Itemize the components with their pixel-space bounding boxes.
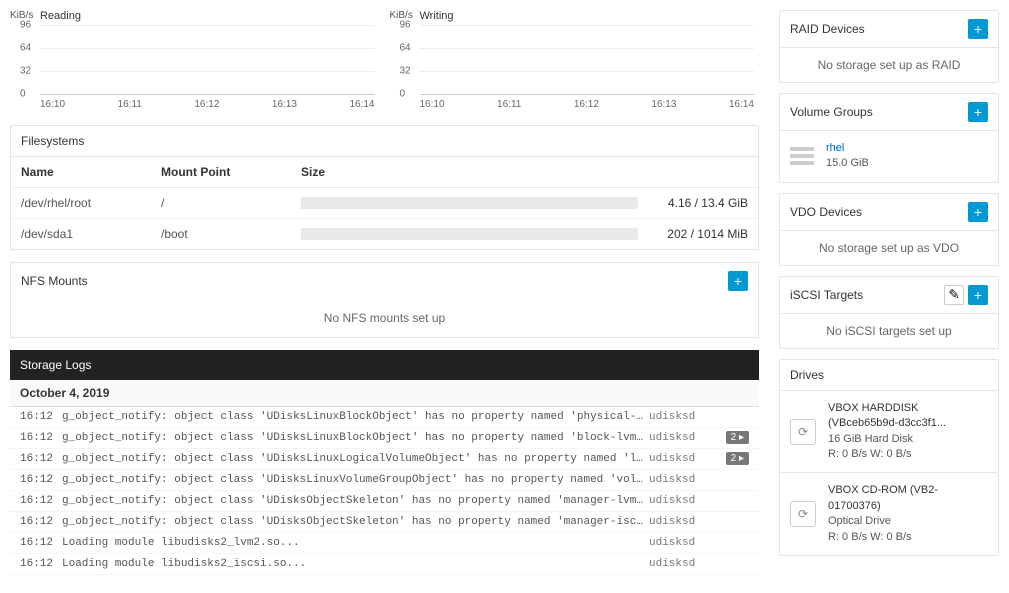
log-message: g_object_notify: object class 'UDisksLin…	[62, 474, 649, 486]
filesystems-panel: Filesystems Name Mount Point Size /dev/r…	[10, 125, 759, 250]
log-source: udisksd	[649, 411, 719, 423]
logs-date: October 4, 2019	[10, 380, 759, 407]
vdo-title: VDO Devices	[790, 205, 862, 219]
logs-title: Storage Logs	[10, 350, 759, 380]
log-row[interactable]: 16:12 g_object_notify: object class 'UDi…	[10, 512, 759, 533]
drive-icon: ⟳	[790, 501, 816, 527]
vdo-empty: No storage set up as VDO	[779, 231, 999, 266]
log-source: udisksd	[649, 516, 719, 528]
vdo-add-button[interactable]: +	[968, 202, 988, 222]
chart-title: Reading	[40, 10, 81, 22]
log-row[interactable]: 16:12 Loading module libudisks2_iscsi.so…	[10, 554, 759, 575]
log-time: 16:12	[20, 453, 62, 465]
drive-item[interactable]: ⟳ VBOX HARDDISK (VBceb65b9d-d3cc3f1... 1…	[779, 391, 999, 474]
vg-size: 15.0 GiB	[826, 156, 869, 171]
panel-title: NFS Mounts	[21, 274, 88, 288]
log-message: g_object_notify: object class 'UDisksLin…	[62, 453, 649, 465]
log-row[interactable]: 16:12 g_object_notify: object class 'UDi…	[10, 470, 759, 491]
fs-row[interactable]: /dev/sda1 /boot 202 / 1014 MiB	[11, 218, 758, 249]
usage-bar	[301, 228, 638, 240]
drive-item[interactable]: ⟳ VBOX CD-ROM (VB2-01700376) Optical Dri…	[779, 473, 999, 556]
drive-icon: ⟳	[790, 419, 816, 445]
volume-group-icon	[790, 147, 814, 165]
iscsi-title: iSCSI Targets	[790, 288, 863, 302]
fs-mount: /	[161, 196, 301, 210]
log-message: g_object_notify: object class 'UDisksObj…	[62, 495, 649, 507]
nfs-empty: No NFS mounts set up	[11, 299, 758, 337]
drives-title: Drives	[790, 368, 824, 382]
log-count-badge: 2 ▸	[726, 431, 749, 444]
log-row[interactable]: 16:12 Loading module libudisks2_lvm2.so.…	[10, 533, 759, 554]
log-time: 16:12	[20, 474, 62, 486]
vg-item[interactable]: rhel 15.0 GiB	[779, 131, 999, 183]
log-row[interactable]: 16:12 g_object_notify: object class 'UDi…	[10, 428, 759, 449]
iscsi-add-button[interactable]: +	[968, 285, 988, 305]
log-time: 16:12	[20, 432, 62, 444]
drive-name: VBOX HARDDISK (VBceb65b9d-d3cc3f1...	[828, 401, 988, 432]
usage-bar	[301, 197, 638, 209]
vg-name[interactable]: rhel	[826, 142, 844, 154]
chart-writing: KiB/s Writing 96 64 32 0 16:10 16:11 16:…	[390, 10, 760, 110]
drive-desc: Optical Drive	[828, 514, 988, 529]
log-time: 16:12	[20, 495, 62, 507]
io-charts: KiB/s Reading 96 64 32 0 16:10 16:11 16:…	[10, 10, 759, 110]
log-source: udisksd	[649, 537, 719, 549]
drive-rw: R: 0 B/s W: 0 B/s	[828, 530, 988, 545]
panel-title: Filesystems	[21, 134, 84, 148]
log-row[interactable]: 16:12 g_object_notify: object class 'UDi…	[10, 449, 759, 470]
log-time: 16:12	[20, 516, 62, 528]
log-count-badge: 2 ▸	[726, 452, 749, 465]
log-message: g_object_notify: object class 'UDisksLin…	[62, 432, 649, 444]
raid-title: RAID Devices	[790, 22, 865, 36]
log-row[interactable]: 16:12 g_object_notify: object class 'UDi…	[10, 491, 759, 512]
chart-reading: KiB/s Reading 96 64 32 0 16:10 16:11 16:…	[10, 10, 380, 110]
log-message: g_object_notify: object class 'UDisksObj…	[62, 516, 649, 528]
nfs-add-button[interactable]: +	[728, 271, 748, 291]
log-row[interactable]: 16:12 g_object_notify: object class 'UDi…	[10, 407, 759, 428]
log-time: 16:12	[20, 537, 62, 549]
log-source: udisksd	[649, 432, 719, 444]
log-message: Loading module libudisks2_iscsi.so...	[62, 558, 649, 570]
log-message: Loading module libudisks2_lvm2.so...	[62, 537, 649, 549]
drive-desc: 16 GiB Hard Disk	[828, 432, 988, 447]
fs-name: /dev/rhel/root	[21, 196, 161, 210]
nfs-panel: NFS Mounts + No NFS mounts set up	[10, 262, 759, 338]
fs-mount: /boot	[161, 227, 301, 241]
raid-empty: No storage set up as RAID	[779, 48, 999, 83]
log-message: g_object_notify: object class 'UDisksLin…	[62, 411, 649, 423]
fs-size: 4.16 / 13.4 GiB	[648, 196, 748, 210]
fs-header-row: Name Mount Point Size	[11, 156, 758, 187]
raid-add-button[interactable]: +	[968, 19, 988, 39]
log-source: udisksd	[649, 474, 719, 486]
log-time: 16:12	[20, 411, 62, 423]
fs-size: 202 / 1014 MiB	[648, 227, 748, 241]
log-source: udisksd	[649, 558, 719, 570]
log-source: udisksd	[649, 453, 719, 465]
chart-title: Writing	[420, 10, 454, 22]
log-time: 16:12	[20, 558, 62, 570]
fs-name: /dev/sda1	[21, 227, 161, 241]
vg-add-button[interactable]: +	[968, 102, 988, 122]
log-source: udisksd	[649, 495, 719, 507]
storage-logs-panel: Storage Logs October 4, 2019 16:12 g_obj…	[10, 350, 759, 575]
drive-rw: R: 0 B/s W: 0 B/s	[828, 447, 988, 462]
fs-row[interactable]: /dev/rhel/root / 4.16 / 13.4 GiB	[11, 187, 758, 218]
vg-title: Volume Groups	[790, 105, 873, 119]
iscsi-empty: No iSCSI targets set up	[779, 314, 999, 349]
iscsi-edit-button[interactable]: ✎	[944, 285, 964, 305]
